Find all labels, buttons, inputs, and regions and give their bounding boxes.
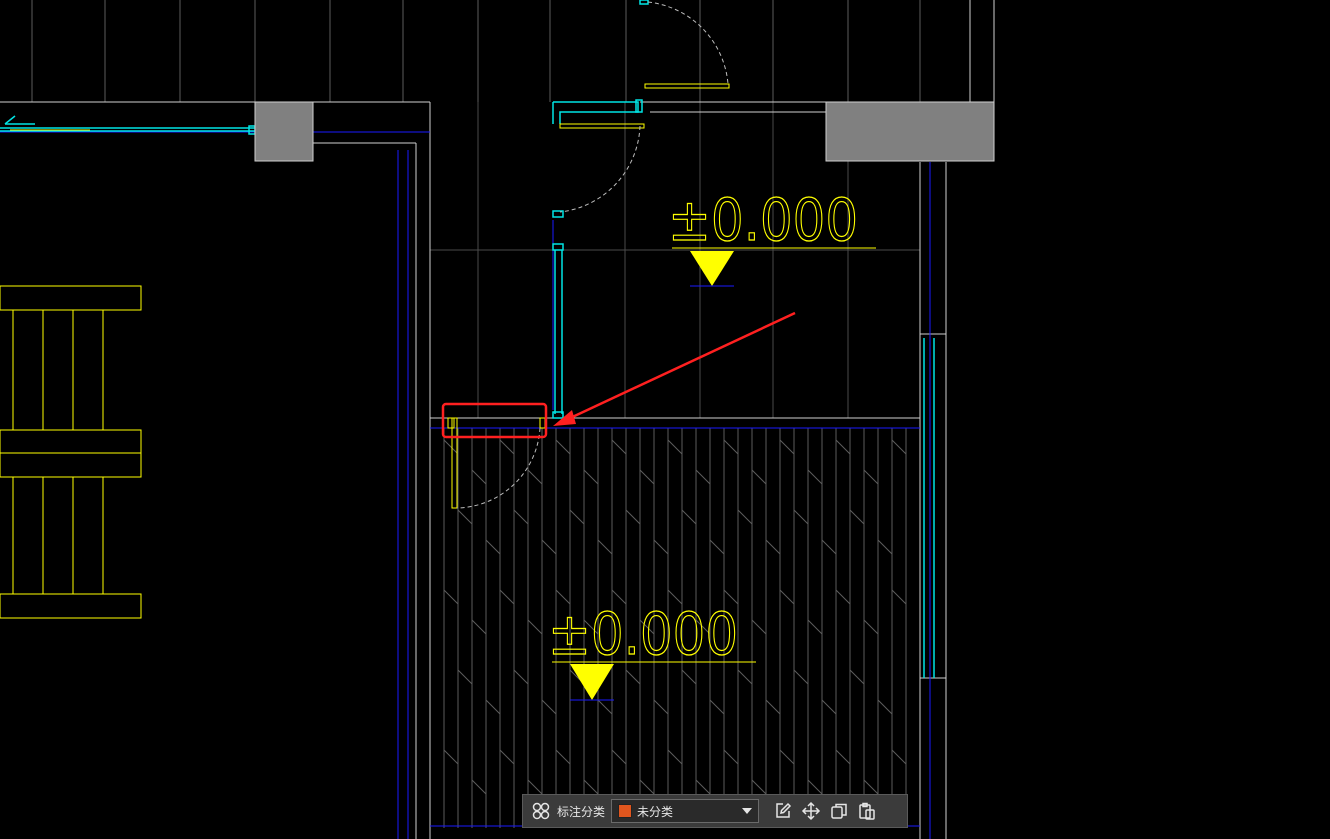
column (254, 101, 314, 162)
cad-canvas[interactable]: ±0.000 ±0.000 (0, 0, 1330, 839)
move-icon[interactable] (797, 797, 825, 825)
copy-icon[interactable] (825, 797, 853, 825)
elevation-text-lower: ±0.000 (548, 600, 738, 668)
column (825, 101, 995, 162)
category-value: 未分类 (637, 804, 674, 819)
elevation-text-upper: ±0.000 (668, 186, 858, 254)
edit-icon[interactable] (769, 797, 797, 825)
paste-icon[interactable] (853, 797, 881, 825)
chevron-down-icon[interactable] (742, 808, 753, 814)
annotation-toolbar: 标注分类 未分类 (522, 794, 908, 828)
layout-grid-icon[interactable] (527, 797, 555, 825)
category-select[interactable]: 未分类 (611, 799, 760, 823)
category-color-swatch (618, 804, 633, 818)
toolbar-label: 标注分类 (557, 804, 606, 819)
